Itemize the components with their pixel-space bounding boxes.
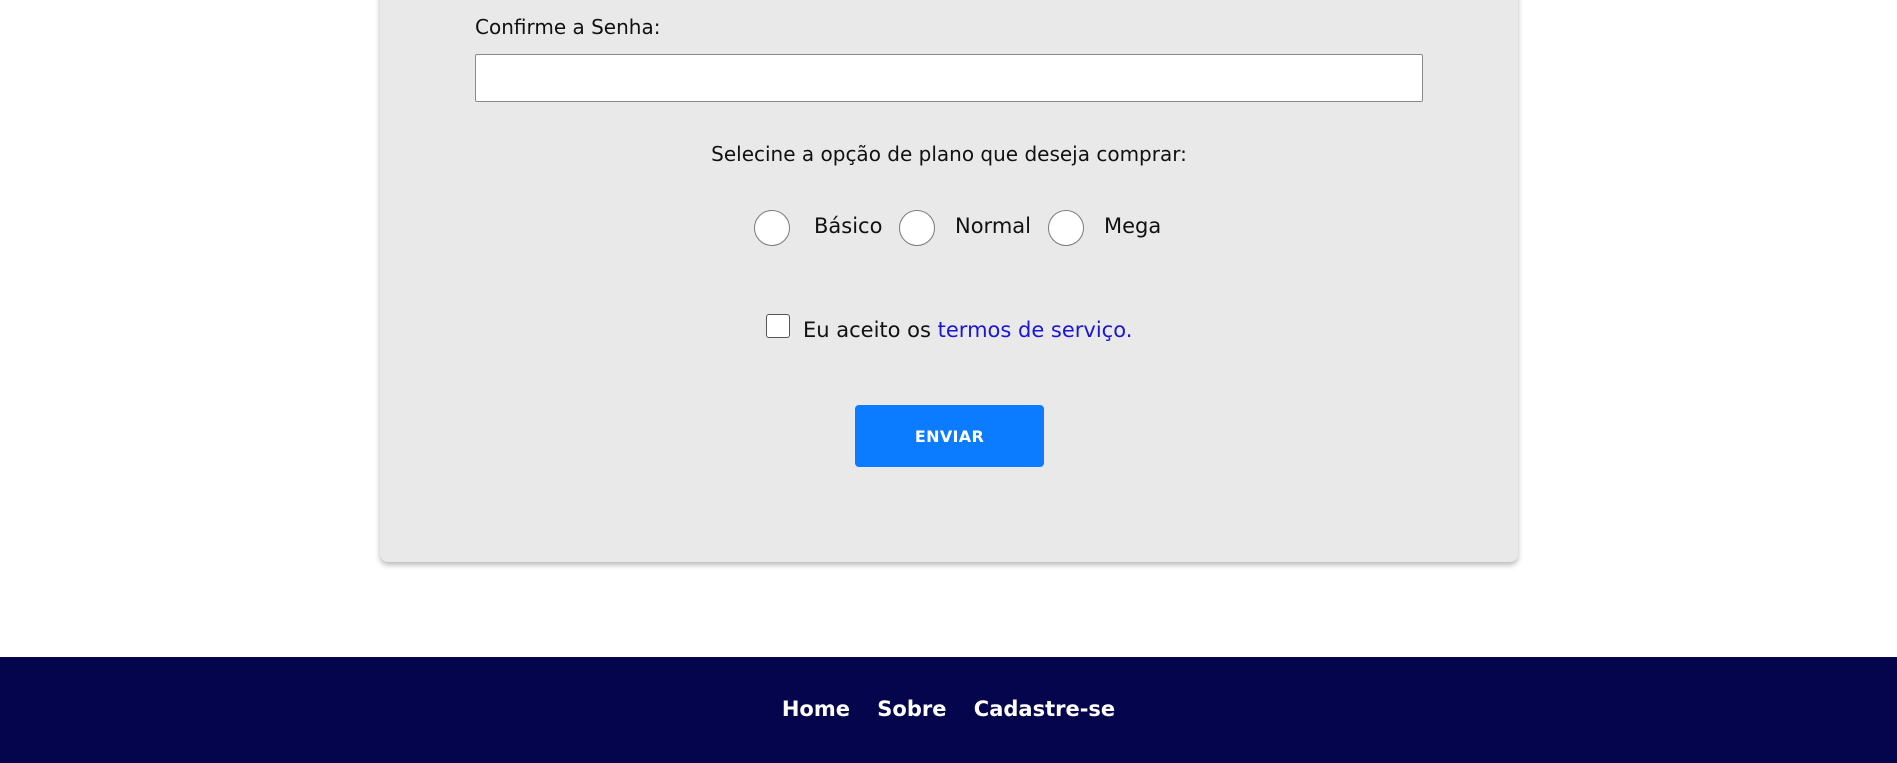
radio-basico-label[interactable]: Básico [814, 216, 882, 237]
footer: Home Sobre Cadastre-se [0, 657, 1897, 763]
terms-prefix: Eu aceito os [803, 318, 938, 342]
confirm-password-input[interactable] [475, 54, 1423, 102]
radio-mega[interactable] [1048, 210, 1084, 246]
radio-mega-label[interactable]: Mega [1104, 216, 1161, 237]
radio-normal-label[interactable]: Normal [955, 216, 1031, 237]
radio-basico[interactable] [754, 210, 790, 246]
footer-link-home[interactable]: Home [782, 697, 850, 721]
signup-form-card: Confirme a Senha: Selecine a opção de pl… [380, 0, 1518, 562]
submit-button[interactable]: ENVIAR [855, 405, 1044, 467]
plan-prompt: Selecine a opção de plano que deseja com… [711, 142, 1187, 166]
footer-link-cadastre-se[interactable]: Cadastre-se [974, 697, 1115, 721]
terms-checkbox[interactable] [766, 314, 790, 338]
radio-normal[interactable] [899, 210, 935, 246]
confirm-password-label: Confirme a Senha: [475, 15, 661, 39]
footer-link-sobre[interactable]: Sobre [877, 697, 946, 721]
footer-nav: Home Sobre Cadastre-se [0, 699, 1897, 720]
terms-text: Eu aceito os termos de serviço. [803, 320, 1132, 341]
terms-of-service-link[interactable]: termos de serviço. [938, 318, 1133, 342]
